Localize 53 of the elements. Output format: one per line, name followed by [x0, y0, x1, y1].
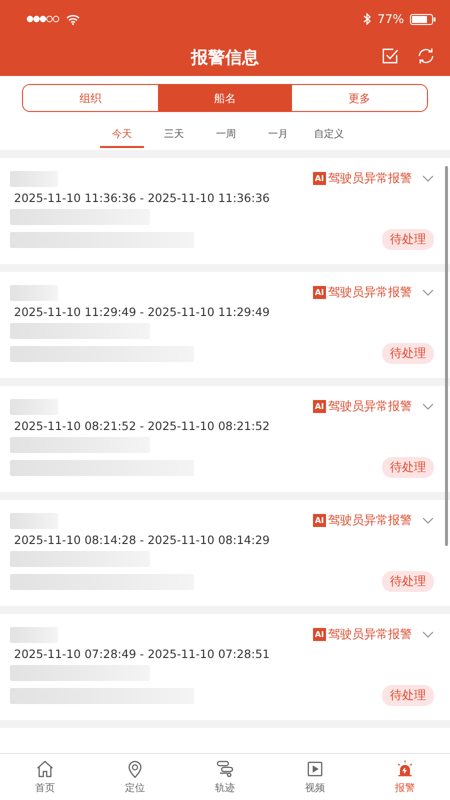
date-range-tab[interactable]: 今天 — [100, 118, 144, 148]
date-range-tab[interactable]: 一月 — [256, 118, 300, 148]
alert-type: 驾驶员异常报警 — [328, 284, 412, 301]
tab-bar-item[interactable]: 视频 — [270, 754, 360, 800]
alert-card[interactable]: AI 驾驶员异常报警 2025-11-10 08:14:28 - 2025-11-10 08:14:29 待处理 — [0, 500, 450, 606]
date-range-tab[interactable]: 一周 — [204, 118, 248, 148]
alert-type: 驾驶员异常报警 — [328, 170, 412, 187]
page-title: 报警信息 — [191, 46, 259, 68]
wifi-icon — [66, 14, 80, 24]
ai-badge: AI — [312, 172, 326, 185]
alert-card[interactable]: AI 驾驶员异常报警 2025-11-10 08:21:52 - 2025-11-10 08:21:52 待处理 — [0, 386, 450, 492]
time-range: 2025-11-10 08:14:28 - 2025-11-10 08:14:29 — [13, 533, 271, 547]
time-range: 2025-11-10 07:28:49 - 2025-11-10 07:28:51 — [13, 647, 271, 661]
status-tag: 待处理 — [382, 343, 434, 364]
bluetooth-icon — [363, 13, 372, 25]
tab-bar-item[interactable]: 首页 — [0, 754, 90, 800]
ai-badge: AI — [312, 286, 326, 299]
segment-tab[interactable]: 船名 — [158, 85, 292, 111]
time-range: 2025-11-10 08:21:52 - 2025-11-10 08:21:52 — [13, 419, 271, 433]
battery-icon — [410, 14, 436, 24]
tab-bar-item[interactable]: 轨迹 — [180, 754, 270, 800]
tab-bar-item[interactable]: 定位 — [90, 754, 180, 800]
alert-card[interactable]: AI 驾驶员异常报警 2025-11-10 11:29:49 - 2025-11-10 11:29:49 待处理 — [0, 272, 450, 378]
route-icon — [215, 759, 235, 779]
home-icon — [35, 759, 55, 779]
alert-type: 驾驶员异常报警 — [328, 398, 412, 415]
refresh-icon[interactable] — [416, 46, 436, 66]
checkbox-icon[interactable] — [380, 46, 400, 66]
alarm-light-icon — [395, 759, 415, 779]
tab-bar-item[interactable]: 报警 — [360, 754, 450, 800]
status-tag: 待处理 — [382, 229, 434, 250]
status-tag: 待处理 — [382, 571, 434, 592]
redacted-text — [10, 284, 58, 300]
ai-badge: AI — [312, 400, 326, 413]
time-range: 2025-11-10 11:29:49 - 2025-11-10 11:29:49 — [13, 305, 271, 319]
date-range-tab[interactable]: 自定义 — [308, 118, 350, 148]
redacted-text — [10, 626, 58, 642]
date-range-tab[interactable]: 三天 — [152, 118, 196, 148]
status-tag: 待处理 — [382, 457, 434, 478]
time-range: 2025-11-10 11:36:36 - 2025-11-10 11:36:36 — [13, 191, 271, 205]
redacted-text — [10, 170, 58, 186]
signal-icon — [26, 15, 60, 23]
redacted-text — [10, 512, 58, 528]
redacted-text — [10, 398, 58, 414]
ai-badge: AI — [312, 514, 326, 527]
video-play-icon — [305, 759, 325, 779]
alert-type: 驾驶员异常报警 — [328, 512, 412, 529]
ai-badge: AI — [312, 628, 326, 641]
alert-card[interactable]: AI 驾驶员异常报警 2025-11-10 11:36:36 - 2025-11-10 11:36:36 待处理 — [0, 158, 450, 264]
battery-percentage: 77% — [377, 12, 404, 26]
alert-card[interactable]: AI 驾驶员异常报警 2025-11-10 07:28:49 - 2025-11-10 07:28:51 待处理 — [0, 614, 450, 720]
alert-type: 驾驶员异常报警 — [328, 626, 412, 643]
status-tag: 待处理 — [382, 685, 434, 706]
